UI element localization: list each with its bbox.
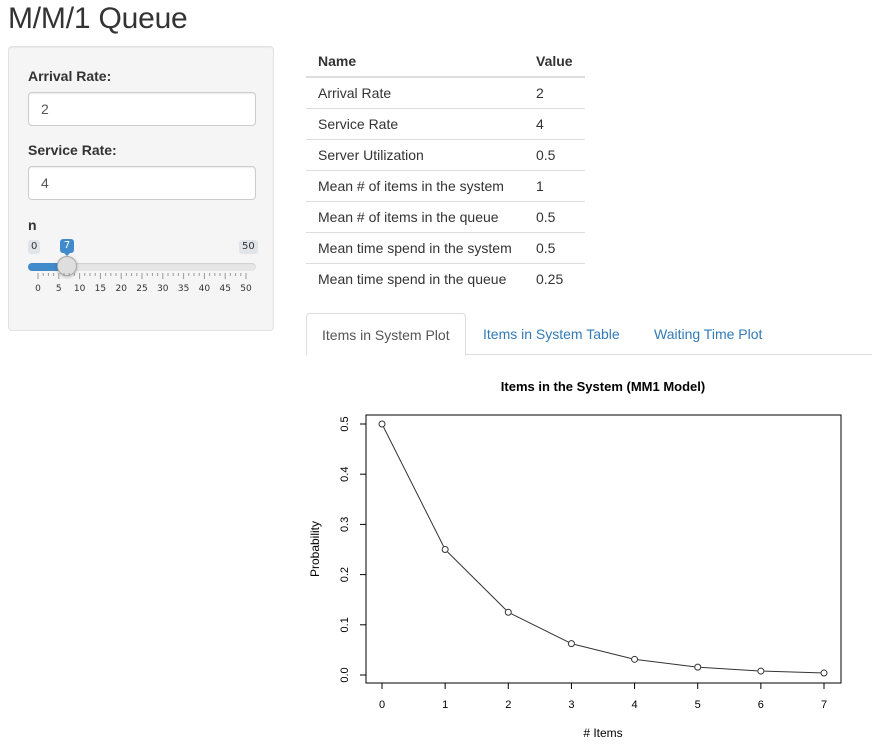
table-row: Mean # of items in the system 1 bbox=[306, 170, 585, 202]
row-name-cell: Arrival Rate bbox=[306, 76, 524, 109]
row-name-cell: Server Utilization bbox=[306, 139, 524, 171]
series-line-segment bbox=[574, 643, 632, 659]
arrival-rate-input[interactable] bbox=[28, 92, 256, 126]
tab-items-in-system-plot[interactable]: Items in System Plot bbox=[306, 313, 466, 356]
table-row: Service Rate 4 bbox=[306, 108, 585, 140]
summary-table: Name Value Arrival Rate 2 Service Rate 4… bbox=[306, 46, 585, 294]
series-line-segment bbox=[701, 666, 758, 672]
slider-max-label: 50 bbox=[239, 240, 258, 254]
data-point bbox=[567, 640, 575, 648]
data-point bbox=[441, 546, 449, 553]
row-name-cell: Mean # of items in the queue bbox=[306, 201, 524, 233]
slider-min-label: 0 bbox=[28, 240, 41, 254]
y-tick-label: 0.2 bbox=[339, 567, 351, 582]
row-value-cell: 2 bbox=[524, 76, 585, 109]
data-point bbox=[504, 608, 512, 616]
y-tick-label: 0.1 bbox=[339, 617, 351, 632]
slider-tick-label: 0 bbox=[35, 284, 41, 294]
table-row: Mean time spend in the system 0.5 bbox=[306, 232, 585, 264]
table-row: Mean time spend in the queue 0.25 bbox=[306, 263, 585, 294]
row-name-cell: Mean time spend in the queue bbox=[306, 263, 524, 294]
row-value-cell: 0.5 bbox=[524, 201, 585, 233]
row-value-cell: 4 bbox=[524, 108, 585, 140]
chart-title: Items in the System (MM1 Model) bbox=[501, 379, 705, 394]
row-value-cell: 0.5 bbox=[524, 139, 585, 171]
slider-grid: 0 5 10 15 20 25 30 35 40 45 50 bbox=[35, 273, 252, 294]
service-rate-input[interactable] bbox=[28, 166, 256, 200]
x-tick-label: 7 bbox=[821, 699, 827, 711]
x-tick-label: 6 bbox=[758, 699, 764, 711]
table-row: Mean # of items in the queue 0.5 bbox=[306, 201, 585, 233]
x-tick-label: 2 bbox=[505, 699, 511, 711]
series-line-segment bbox=[383, 426, 445, 547]
n-slider-label: n bbox=[28, 217, 37, 233]
y-tick-label: 0.3 bbox=[339, 517, 351, 532]
column-header-name: Name bbox=[306, 46, 524, 78]
y-axis-label: Probability bbox=[308, 521, 322, 577]
data-point bbox=[631, 655, 639, 663]
slider-tick-label: 50 bbox=[240, 284, 252, 294]
tab-waiting-time-plot[interactable]: Waiting Time Plot bbox=[639, 313, 777, 355]
x-tick-label: 0 bbox=[379, 699, 385, 711]
y-tick-label: 0.4 bbox=[339, 467, 351, 482]
slider-value-bubble: 7 bbox=[60, 239, 75, 256]
arrival-rate-label: Arrival Rate: bbox=[28, 68, 112, 84]
series-line-segment bbox=[637, 659, 695, 668]
series-line-segment bbox=[447, 551, 507, 611]
sidebar-panel: Arrival Rate: Service Rate: n 0 50 7 0 5 1… bbox=[8, 46, 274, 331]
row-value-cell: 0.25 bbox=[524, 263, 585, 294]
plot-box bbox=[365, 414, 842, 684]
data-point bbox=[378, 420, 386, 428]
row-name-cell: Mean # of items in the system bbox=[306, 170, 524, 202]
y-tick-label: 0.0 bbox=[339, 667, 351, 682]
slider-tick-label: 45 bbox=[219, 284, 230, 294]
slider-tick-label: 15 bbox=[95, 284, 106, 294]
table-row: Server Utilization 0.5 bbox=[306, 139, 585, 171]
items-in-system-chart: Items in the System (MM1 Model) # Items … bbox=[308, 379, 842, 740]
data-point bbox=[820, 669, 828, 677]
row-value-cell: 1 bbox=[524, 170, 585, 202]
data-point bbox=[757, 667, 765, 675]
slider-tick-label: 5 bbox=[56, 284, 62, 294]
slider-tick-label: 35 bbox=[178, 284, 189, 294]
series-line-segment bbox=[511, 613, 569, 643]
data-point bbox=[694, 663, 702, 671]
slider-tick-label: 20 bbox=[115, 284, 127, 294]
table-row: Arrival Rate 2 bbox=[306, 76, 585, 109]
y-tick-label: 0.5 bbox=[339, 416, 351, 431]
table-header-row: Name Value bbox=[306, 46, 585, 78]
x-tick-label: 3 bbox=[568, 699, 574, 711]
service-rate-label: Service Rate: bbox=[28, 142, 117, 158]
tab-items-in-system-table[interactable]: Items in System Table bbox=[468, 313, 635, 355]
slider-tick-label: 40 bbox=[199, 284, 211, 294]
series-line-segment bbox=[764, 670, 821, 674]
slider-tick-label: 10 bbox=[74, 284, 86, 294]
x-axis-label: # Items bbox=[583, 726, 622, 740]
row-value-cell: 0.5 bbox=[524, 232, 585, 264]
x-tick-label: 1 bbox=[442, 699, 448, 711]
page-title: M/M/1 Queue bbox=[8, 2, 188, 35]
slider-tick-label: 30 bbox=[157, 284, 169, 294]
x-tick-label: 4 bbox=[632, 699, 638, 711]
slider-tick-label: 25 bbox=[136, 284, 147, 294]
row-name-cell: Mean time spend in the system bbox=[306, 232, 524, 264]
row-name-cell: Service Rate bbox=[306, 108, 524, 140]
column-header-value: Value bbox=[524, 46, 585, 78]
tab-bar: Items in System Plot Items in System Tab… bbox=[306, 313, 872, 356]
x-tick-label: 5 bbox=[695, 699, 701, 711]
